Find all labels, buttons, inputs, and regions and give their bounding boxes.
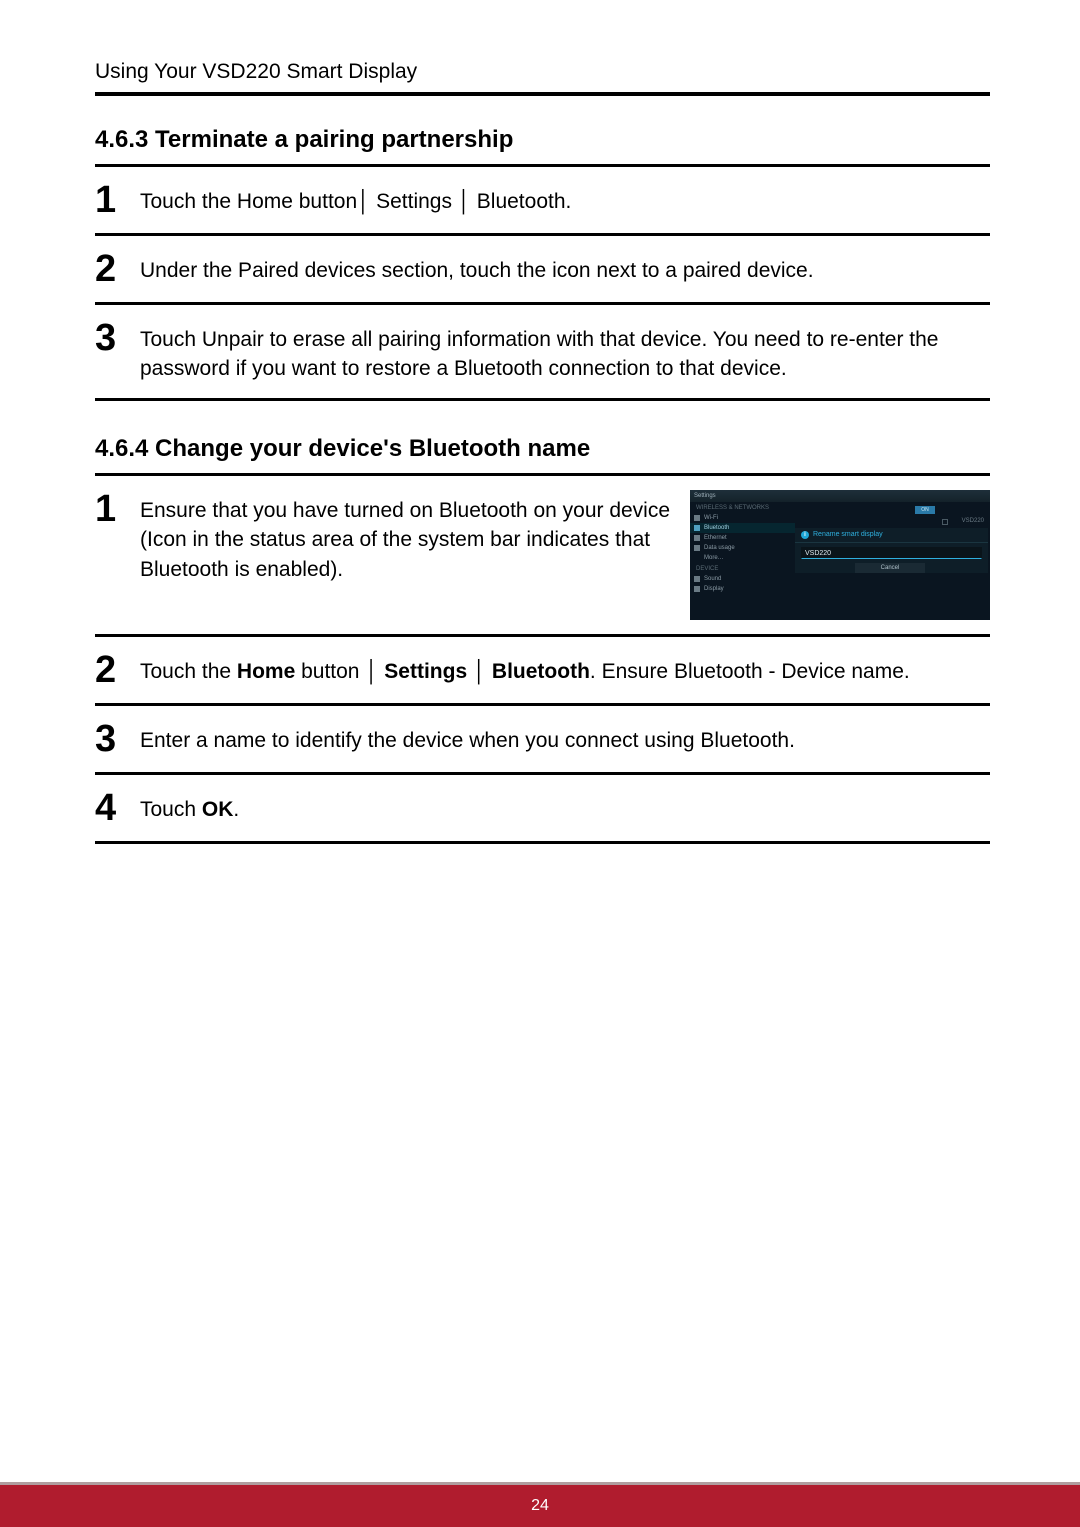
step-body: Touch the Home button│ Settings │ Blueto… xyxy=(140,181,990,216)
ss-item-ethernet: Ethernet xyxy=(690,533,795,543)
step-row: 1 Ensure that you have turned on Bluetoo… xyxy=(95,476,990,637)
bold-bluetooth: Bluetooth xyxy=(492,660,590,683)
step-body: Touch Unpair to erase all pairing inform… xyxy=(140,319,990,384)
bold-settings: Settings xyxy=(384,660,467,683)
step-number: 4 xyxy=(95,789,140,827)
section-heading-change-name: 4.6.4 Change your device's Bluetooth nam… xyxy=(95,435,990,476)
ss-item-display: Display xyxy=(690,584,795,594)
step-row: 4 Touch OK. xyxy=(95,775,990,844)
step-text-line: (Icon in the status area of the system b… xyxy=(140,528,650,580)
section-heading-terminate: 4.6.3 Terminate a pairing partnership xyxy=(95,126,990,167)
step-row: 1 Touch the Home button│ Settings │ Blue… xyxy=(95,167,990,236)
bold-ok: OK xyxy=(202,798,234,821)
sound-icon xyxy=(694,576,700,582)
running-header: Using Your VSD220 Smart Display xyxy=(95,60,990,96)
step-body: Ensure that you have turned on Bluetooth… xyxy=(140,490,680,620)
step-row: 2 Touch the Home button │ Settings │ Blu… xyxy=(95,637,990,706)
data-icon xyxy=(694,545,700,551)
t: Touch xyxy=(140,798,202,821)
ss-item-wifi: Wi-Fi xyxy=(690,513,795,523)
ss-item-bluetooth: Bluetooth xyxy=(690,523,795,533)
t: . xyxy=(233,798,239,821)
t: Touch the xyxy=(140,660,237,683)
ss-item-data: Data usage xyxy=(690,543,795,553)
wifi-icon xyxy=(694,515,700,521)
ss-item-sound: Sound xyxy=(690,574,795,584)
settings-screenshot: Settings WIRELESS & NETWORKS Wi-Fi Bluet… xyxy=(690,490,990,620)
ss-item-more: More… xyxy=(690,553,795,563)
ss-input: VSD220 xyxy=(801,547,982,559)
ss-dialog: i Rename smart display VSD220 Cancel xyxy=(795,528,988,573)
step-number: 3 xyxy=(95,720,140,758)
bluetooth-icon xyxy=(694,525,700,531)
step-number: 2 xyxy=(95,250,140,288)
step-number: 1 xyxy=(95,181,140,219)
ss-checkbox xyxy=(942,519,948,525)
ethernet-icon xyxy=(694,535,700,541)
step-number: 1 xyxy=(95,490,140,528)
ss-device-label: DEVICE xyxy=(690,563,795,574)
step-body: Under the Paired devices section, touch … xyxy=(140,250,990,285)
step-row: 3 Touch Unpair to erase all pairing info… xyxy=(95,305,990,401)
ss-section-label: WIRELESS & NETWORKS xyxy=(690,502,795,513)
step-body: Enter a name to identify the device when… xyxy=(140,720,990,755)
t: button │ xyxy=(295,660,384,683)
step-number: 2 xyxy=(95,651,140,689)
ss-device-name: VSD220 xyxy=(962,518,984,524)
step-row: 2 Under the Paired devices section, touc… xyxy=(95,236,990,305)
ss-cancel-button: Cancel xyxy=(855,563,925,573)
t: . Ensure Bluetooth - Device name. xyxy=(590,660,910,683)
step-row: 3 Enter a name to identify the device wh… xyxy=(95,706,990,775)
info-icon: i xyxy=(801,531,809,539)
page-number: 24 xyxy=(531,1497,549,1514)
ss-dialog-title: Rename smart display xyxy=(813,531,883,538)
step-body: Touch OK. xyxy=(140,789,990,824)
step-text-line: Ensure that you have turned on Bluetooth… xyxy=(140,499,670,522)
page-footer: 24 xyxy=(0,1485,1080,1527)
ss-toggle-on: ON xyxy=(915,506,935,514)
step-number: 3 xyxy=(95,319,140,357)
step-body: Touch the Home button │ Settings │ Bluet… xyxy=(140,651,990,686)
bold-home: Home xyxy=(237,660,295,683)
ss-title: Settings xyxy=(690,490,990,502)
display-icon xyxy=(694,586,700,592)
t: │ xyxy=(467,660,492,683)
